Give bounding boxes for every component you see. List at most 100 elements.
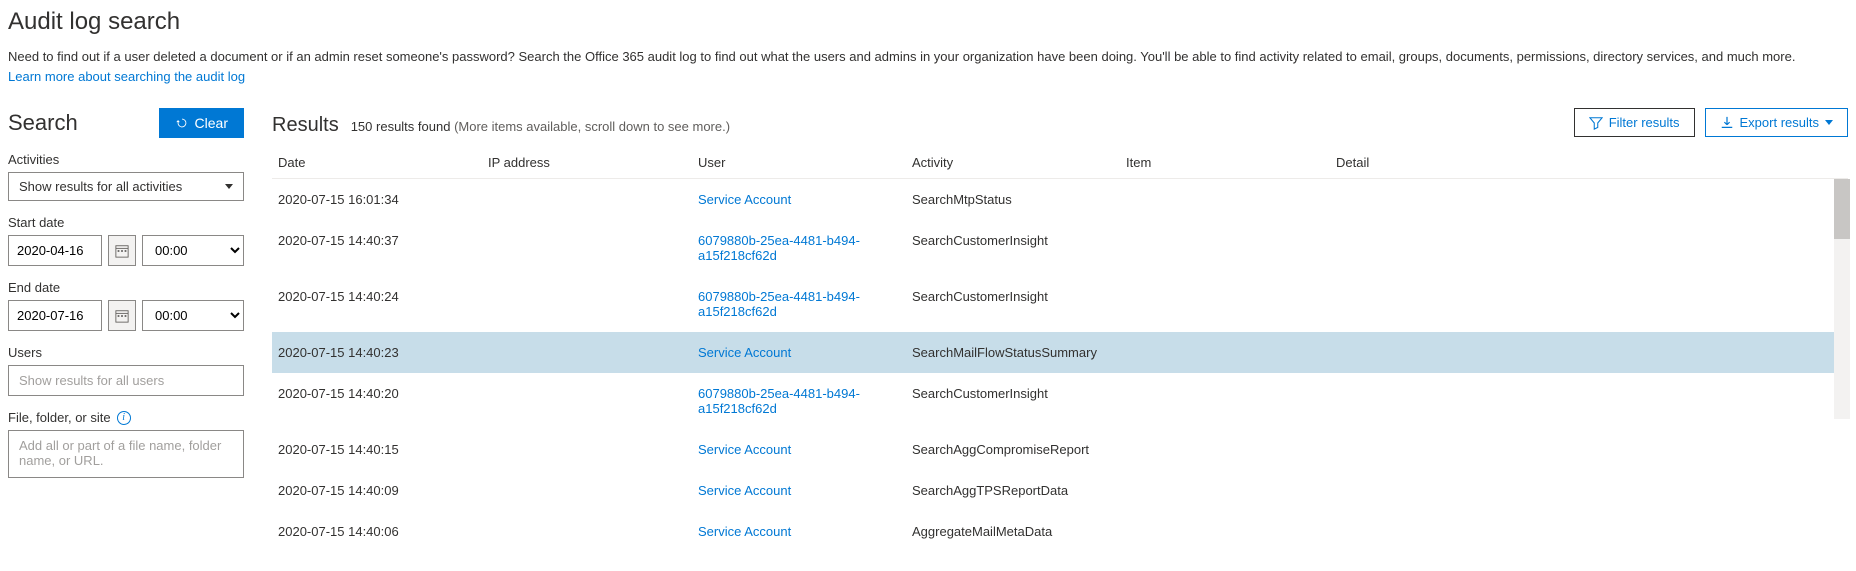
table-body: 2020-07-15 16:01:34 Service Account Search…: [272, 179, 1848, 552]
cell-date: 2020-07-15 16:01:34: [278, 192, 488, 207]
table-row[interactable]: 2020-07-15 16:01:34 Service Account Search…: [272, 179, 1848, 220]
file-label: File, folder, or site i: [8, 410, 244, 425]
cell-activity: SearchCustomerInsight: [912, 233, 1126, 263]
end-time-select[interactable]: 00:00: [142, 300, 244, 331]
calendar-icon: [115, 309, 129, 323]
cell-ip: [488, 289, 698, 319]
cell-date: 2020-07-15 14:40:15: [278, 442, 488, 457]
search-panel: Search Clear Activities Show results for…: [8, 108, 244, 552]
table-row[interactable]: 2020-07-15 14:40:15 Service Account Search…: [272, 429, 1848, 470]
page-description: Need to find out if a user deleted a doc…: [8, 48, 1848, 66]
cell-user: 6079880b-25ea-4481-b494-a15f218cf62d: [698, 386, 912, 416]
col-header-date[interactable]: Date: [278, 155, 488, 170]
user-link[interactable]: Service Account: [698, 442, 791, 457]
user-link[interactable]: Service Account: [698, 192, 791, 207]
cell-activity: SearchCustomerInsight: [912, 386, 1126, 416]
filter-button-label: Filter results: [1609, 115, 1680, 130]
cell-detail: [1336, 442, 1842, 457]
info-icon[interactable]: i: [117, 411, 131, 425]
cell-user: Service Account: [698, 524, 912, 539]
cell-activity: SearchCustomerInsight: [912, 289, 1126, 319]
users-label: Users: [8, 345, 244, 360]
cell-activity: AggregateMailMetaData: [912, 524, 1126, 539]
end-date-calendar-button[interactable]: [108, 300, 136, 331]
chevron-down-icon: [225, 184, 233, 189]
cell-ip: [488, 386, 698, 416]
user-link[interactable]: 6079880b-25ea-4481-b494-a15f218cf62d: [698, 386, 860, 416]
cell-ip: [488, 233, 698, 263]
activities-value: Show results for all activities: [19, 179, 182, 194]
table-row[interactable]: 2020-07-15 14:40:23Service AccountSearch…: [272, 332, 1848, 373]
table-row[interactable]: 2020-07-15 14:40:376079880b-25ea-4481-b4…: [272, 220, 1848, 276]
cell-date: 2020-07-15 14:40:24: [278, 289, 488, 319]
cell-item: [1126, 345, 1336, 360]
filter-icon: [1589, 116, 1603, 130]
start-date-calendar-button[interactable]: [108, 235, 136, 266]
page-title: Audit log search: [8, 8, 1848, 36]
cell-user: Service Account: [698, 192, 912, 207]
start-date-label: Start date: [8, 215, 244, 230]
cell-date: 2020-07-15 14:40:09: [278, 483, 488, 498]
cell-ip: [488, 483, 698, 498]
col-header-user[interactable]: User: [698, 155, 912, 170]
export-results-button[interactable]: Export results: [1705, 108, 1848, 137]
cell-activity: SearchMtpStatus: [912, 192, 1126, 207]
activities-label: Activities: [8, 152, 244, 167]
cell-item: [1126, 289, 1336, 319]
cell-ip: [488, 442, 698, 457]
col-header-detail[interactable]: Detail: [1336, 155, 1842, 170]
download-icon: [1720, 116, 1734, 130]
cell-item: [1126, 483, 1336, 498]
results-more-text: (More items available, scroll down to se…: [454, 119, 730, 134]
scroll-thumb[interactable]: [1834, 179, 1850, 239]
chevron-down-icon: [1825, 120, 1833, 125]
col-header-ip[interactable]: IP address: [488, 155, 698, 170]
start-date-input[interactable]: [8, 235, 102, 266]
cell-activity: SearchMailFlowStatusSummary: [912, 345, 1126, 360]
filter-results-button[interactable]: Filter results: [1574, 108, 1695, 137]
col-header-item[interactable]: Item: [1126, 155, 1336, 170]
cell-user: 6079880b-25ea-4481-b494-a15f218cf62d: [698, 289, 912, 319]
cell-activity: SearchAggCompromiseReport: [912, 442, 1126, 457]
table-row[interactable]: 2020-07-15 14:40:24 6079880b-25ea-4481-b4…: [272, 276, 1848, 332]
cell-detail: [1336, 524, 1842, 539]
cell-user: Service Account: [698, 442, 912, 457]
end-date-input[interactable]: [8, 300, 102, 331]
table-row[interactable]: 2020-07-15 14:40:09Service AccountSearch…: [272, 470, 1848, 511]
table-row[interactable]: 2020-07-15 14:40:06 Service Account Aggreg…: [272, 511, 1848, 552]
results-title: Results: [272, 114, 339, 137]
cell-user: Service Account: [698, 483, 912, 498]
user-link[interactable]: Service Account: [698, 483, 791, 498]
undo-icon: [175, 116, 189, 130]
cell-date: 2020-07-15 14:40:06: [278, 524, 488, 539]
cell-item: [1126, 442, 1336, 457]
start-time-select[interactable]: 00:00: [142, 235, 244, 266]
cell-detail: [1336, 289, 1842, 319]
cell-item: [1126, 233, 1336, 263]
user-link[interactable]: Service Account: [698, 345, 791, 360]
table-row[interactable]: 2020-07-15 14:40:20 6079880b-25ea-4481-b4…: [272, 373, 1848, 429]
table-header: Date IP address User Activity Item Detai…: [272, 147, 1848, 179]
learn-more-link[interactable]: Learn more about searching the audit log: [8, 69, 245, 84]
scrollbar[interactable]: [1834, 179, 1850, 419]
col-header-activity[interactable]: Activity: [912, 155, 1126, 170]
cell-detail: [1336, 386, 1842, 416]
activities-dropdown[interactable]: Show results for all activities: [8, 172, 244, 201]
search-title: Search: [8, 110, 78, 136]
cell-date: 2020-07-15 14:40:20: [278, 386, 488, 416]
calendar-icon: [115, 244, 129, 258]
file-input[interactable]: [8, 430, 244, 478]
cell-detail: [1336, 192, 1842, 207]
cell-detail: [1336, 345, 1842, 360]
cell-item: [1126, 192, 1336, 207]
end-date-label: End date: [8, 280, 244, 295]
results-count: 150 results found: [351, 119, 451, 134]
cell-user: 6079880b-25ea-4481-b494-a15f218cf62d: [698, 233, 912, 263]
clear-button[interactable]: Clear: [159, 108, 244, 138]
user-link[interactable]: 6079880b-25ea-4481-b494-a15f218cf62d: [698, 289, 860, 319]
cell-item: [1126, 386, 1336, 416]
user-link[interactable]: 6079880b-25ea-4481-b494-a15f218cf62d: [698, 233, 860, 263]
users-input[interactable]: [8, 365, 244, 396]
cell-item: [1126, 524, 1336, 539]
user-link[interactable]: Service Account: [698, 524, 791, 539]
